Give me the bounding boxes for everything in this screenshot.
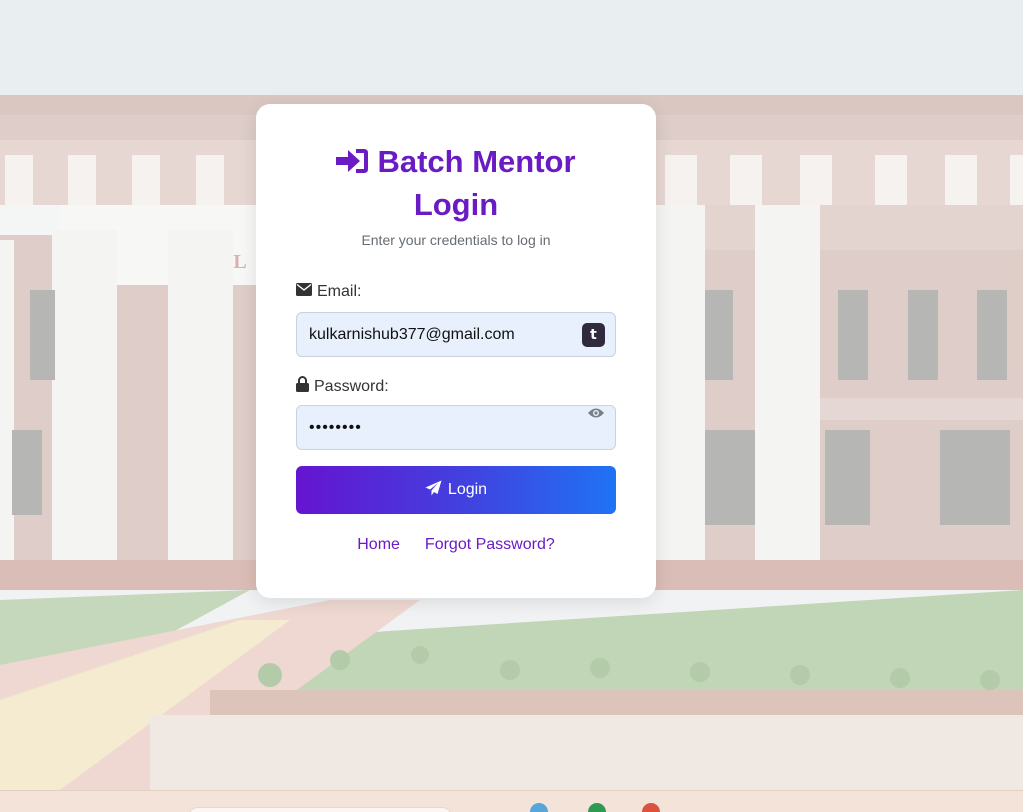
email-value: kulkarnishub377@gmail.com	[309, 325, 515, 343]
password-value: ••••••••	[309, 418, 362, 436]
login-button-label: Login	[447, 481, 488, 498]
password-label-text: Password:	[314, 377, 389, 395]
home-link[interactable]: Home	[357, 536, 400, 554]
envelope-icon	[296, 283, 312, 301]
taskbar-app-icon[interactable]	[642, 803, 660, 812]
email-label-text: Email:	[317, 283, 362, 300]
login-button[interactable]: Login	[296, 466, 616, 514]
login-title-text: Batch Mentor Login	[377, 144, 576, 222]
password-field[interactable]: ••••••••	[296, 405, 616, 450]
login-card: Batch Mentor Login Enter your credential…	[256, 104, 656, 598]
autofill-extension-icon[interactable]: t	[582, 323, 605, 347]
login-subtitle: Enter your credentials to log in	[361, 232, 551, 248]
sign-in-icon	[336, 145, 369, 185]
password-label: Password:	[296, 376, 389, 397]
login-title: Batch Mentor Login	[296, 142, 616, 225]
login-page: DR. V COLL	[0, 0, 1023, 812]
taskbar-app-icon[interactable]	[530, 803, 548, 812]
email-field[interactable]: kulkarnishub377@gmail.com t	[296, 312, 616, 357]
taskbar-app-icon[interactable]	[588, 803, 606, 812]
paper-plane-icon	[425, 480, 442, 501]
eye-icon[interactable]	[587, 406, 605, 424]
lock-icon	[296, 376, 309, 397]
forgot-password-link[interactable]: Forgot Password?	[425, 536, 555, 554]
footer-links: Home Forgot Password?	[256, 536, 656, 554]
taskbar	[0, 790, 1023, 812]
email-label: Email:	[296, 283, 361, 301]
taskbar-search-box[interactable]	[188, 807, 452, 812]
